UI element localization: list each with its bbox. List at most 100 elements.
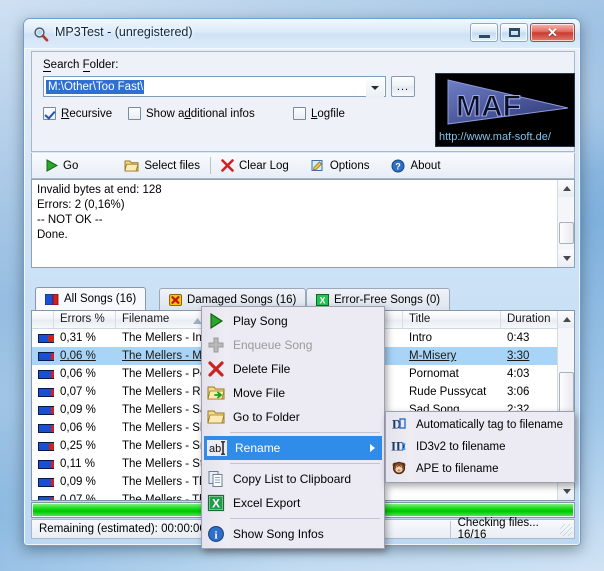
toolbar: Go Select files Clear Log Options ? Abou… [31, 153, 575, 179]
error-bar-icon [38, 441, 54, 451]
tab-all-songs[interactable]: All Songs (16) [35, 287, 147, 310]
ab-cursor-icon: ab [207, 439, 227, 457]
cell-errors: 0,09 % [60, 404, 96, 416]
cell-errors: 0,31 % [60, 332, 96, 344]
menu-item-move-file[interactable]: Move File [202, 381, 384, 405]
title-bar[interactable]: MP3Test - (unregistered) ✕ [24, 19, 580, 49]
minimize-button[interactable] [470, 23, 498, 42]
cell-errors: 0,07 % [60, 494, 96, 501]
submenu-item-id3v2-to-filename[interactable]: ID ID3v2 to filename [386, 436, 574, 458]
ape-monkey-icon [391, 460, 409, 478]
checkbox-show-additional-infos[interactable]: Show additional infos [128, 107, 255, 120]
red-x-icon [207, 360, 225, 378]
checkbox-recursive-label: Recursive [61, 107, 113, 120]
error-bar-cell [32, 495, 54, 500]
browse-folder-button[interactable]: ... [391, 76, 415, 97]
checkbox-unchecked-icon [293, 107, 306, 120]
cell-errors: 0,09 % [60, 476, 96, 488]
menu-item-excel-export-label: Excel Export [233, 496, 301, 510]
column-header-errors[interactable]: Errors % [54, 311, 116, 328]
menu-item-show-song-infos-label: Show Song Infos [233, 527, 324, 541]
menu-item-rename[interactable]: ab Rename [204, 436, 382, 460]
error-bar-icon [38, 423, 54, 433]
menu-item-excel-export[interactable]: X Excel Export [202, 491, 384, 515]
search-folder-label: Search Folder: [43, 59, 119, 72]
tab-error-free-songs-label: Error-Free Songs (0) [334, 293, 441, 306]
menu-item-rename-label: Rename [235, 441, 281, 455]
column-header-title[interactable]: Title [403, 311, 501, 328]
rename-submenu[interactable]: D Automatically tag to filename ID ID3v2… [385, 411, 575, 483]
error-bar-icon [38, 477, 54, 487]
menu-item-go-to-folder-label: Go to Folder [233, 410, 300, 424]
info-circle-icon: i [207, 525, 225, 543]
toolbar-clear-log-button[interactable]: Clear Log [214, 154, 296, 178]
menu-item-copy-list-label: Copy List to Clipboard [233, 472, 352, 486]
red-x-icon [221, 159, 234, 172]
menu-item-go-to-folder[interactable]: Go to Folder [202, 405, 384, 429]
log-output-box[interactable]: Invalid bytes at end: 128 Errors: 2 (0,1… [31, 179, 575, 268]
yellow-warning-icon [169, 293, 182, 306]
cell-errors: 0,06 % [60, 422, 96, 434]
column-header-duration[interactable]: Duration [501, 311, 559, 328]
cell-errors: 0,06 % [60, 368, 96, 380]
menu-item-play-song[interactable]: Play Song [202, 309, 384, 333]
error-bar-icon [38, 387, 54, 397]
menu-item-copy-list-to-clipboard[interactable]: Copy List to Clipboard [202, 467, 384, 491]
menu-item-show-song-infos[interactable]: i Show Song Infos [202, 522, 384, 546]
play-triangle-icon [45, 159, 58, 172]
scroll-down-icon[interactable] [558, 483, 574, 500]
scroll-down-icon[interactable] [558, 250, 574, 267]
maximize-button[interactable] [500, 23, 528, 42]
options-checkbox-row: Recursive Show additional infos Logfile [43, 107, 443, 127]
error-bar-icon [38, 369, 54, 379]
checkbox-logfile[interactable]: Logfile [293, 107, 345, 120]
toolbar-options-label: Options [329, 159, 370, 172]
resize-grip-icon[interactable] [560, 524, 572, 536]
error-bar-icon [38, 459, 54, 469]
toolbar-options-button[interactable]: Options [304, 154, 377, 178]
cell-duration: 0:43 [507, 332, 530, 344]
log-text: Invalid bytes at end: 128 Errors: 2 (0,1… [37, 184, 162, 241]
error-bar-cell [32, 333, 54, 343]
id3-tag-icon: D [391, 416, 409, 434]
column-header-icon[interactable] [32, 311, 54, 328]
scroll-up-icon[interactable] [558, 180, 574, 197]
error-bar-cell [32, 351, 54, 361]
options-pencil-icon [311, 159, 325, 172]
plus-grey-icon [207, 336, 225, 354]
search-folder-combo[interactable]: M:\Other\Too Fast\ [43, 76, 386, 97]
menu-item-enqueue-song-label: Enqueue Song [233, 338, 313, 352]
toolbar-select-files-button[interactable]: Select files [117, 154, 207, 178]
menu-item-delete-file[interactable]: Delete File [202, 357, 384, 381]
status-checking: Checking files... 16/16 [457, 517, 539, 541]
error-bar-cell [32, 405, 54, 415]
checkbox-recursive[interactable]: Recursive [43, 107, 112, 120]
search-folder-value[interactable]: M:\Other\Too Fast\ [46, 79, 145, 94]
submenu-item-auto-tag-to-filename[interactable]: D Automatically tag to filename [386, 414, 574, 436]
close-button[interactable]: ✕ [530, 23, 575, 42]
scroll-up-icon[interactable] [558, 311, 574, 328]
log-scrollbar-thumb[interactable] [559, 222, 574, 244]
cell-errors: 0,25 % [60, 440, 96, 452]
close-icon: ✕ [547, 25, 558, 40]
chevron-down-icon[interactable] [366, 78, 384, 97]
maf-url-text[interactable]: http://www.maf-soft.de/ [439, 131, 551, 143]
toolbar-separator [209, 157, 211, 174]
menu-item-play-song-label: Play Song [233, 314, 288, 328]
error-bar-icon [38, 351, 54, 361]
error-bar-cell [32, 387, 54, 397]
id3v2-icon: ID [391, 438, 409, 456]
submenu-item-ape-to-filename[interactable]: APE to filename [386, 458, 574, 480]
menu-item-move-file-label: Move File [233, 386, 286, 400]
context-menu[interactable]: Play Song Enqueue Song Delete File Move … [201, 306, 385, 549]
window-title: MP3Test - (unregistered) [55, 25, 193, 39]
toolbar-go-button[interactable]: Go [38, 154, 85, 178]
log-scrollbar[interactable] [557, 180, 574, 267]
cell-duration: 3:30 [507, 350, 530, 362]
toolbar-about-button[interactable]: ? About [384, 154, 447, 178]
checkbox-checked-icon [43, 107, 56, 120]
toolbar-select-files-label: Select files [144, 159, 200, 172]
cell-errors: 0,07 % [60, 386, 96, 398]
error-bar-cell [32, 441, 54, 451]
maf-banner[interactable]: MAF http://www.maf-soft.de/ [435, 73, 575, 147]
